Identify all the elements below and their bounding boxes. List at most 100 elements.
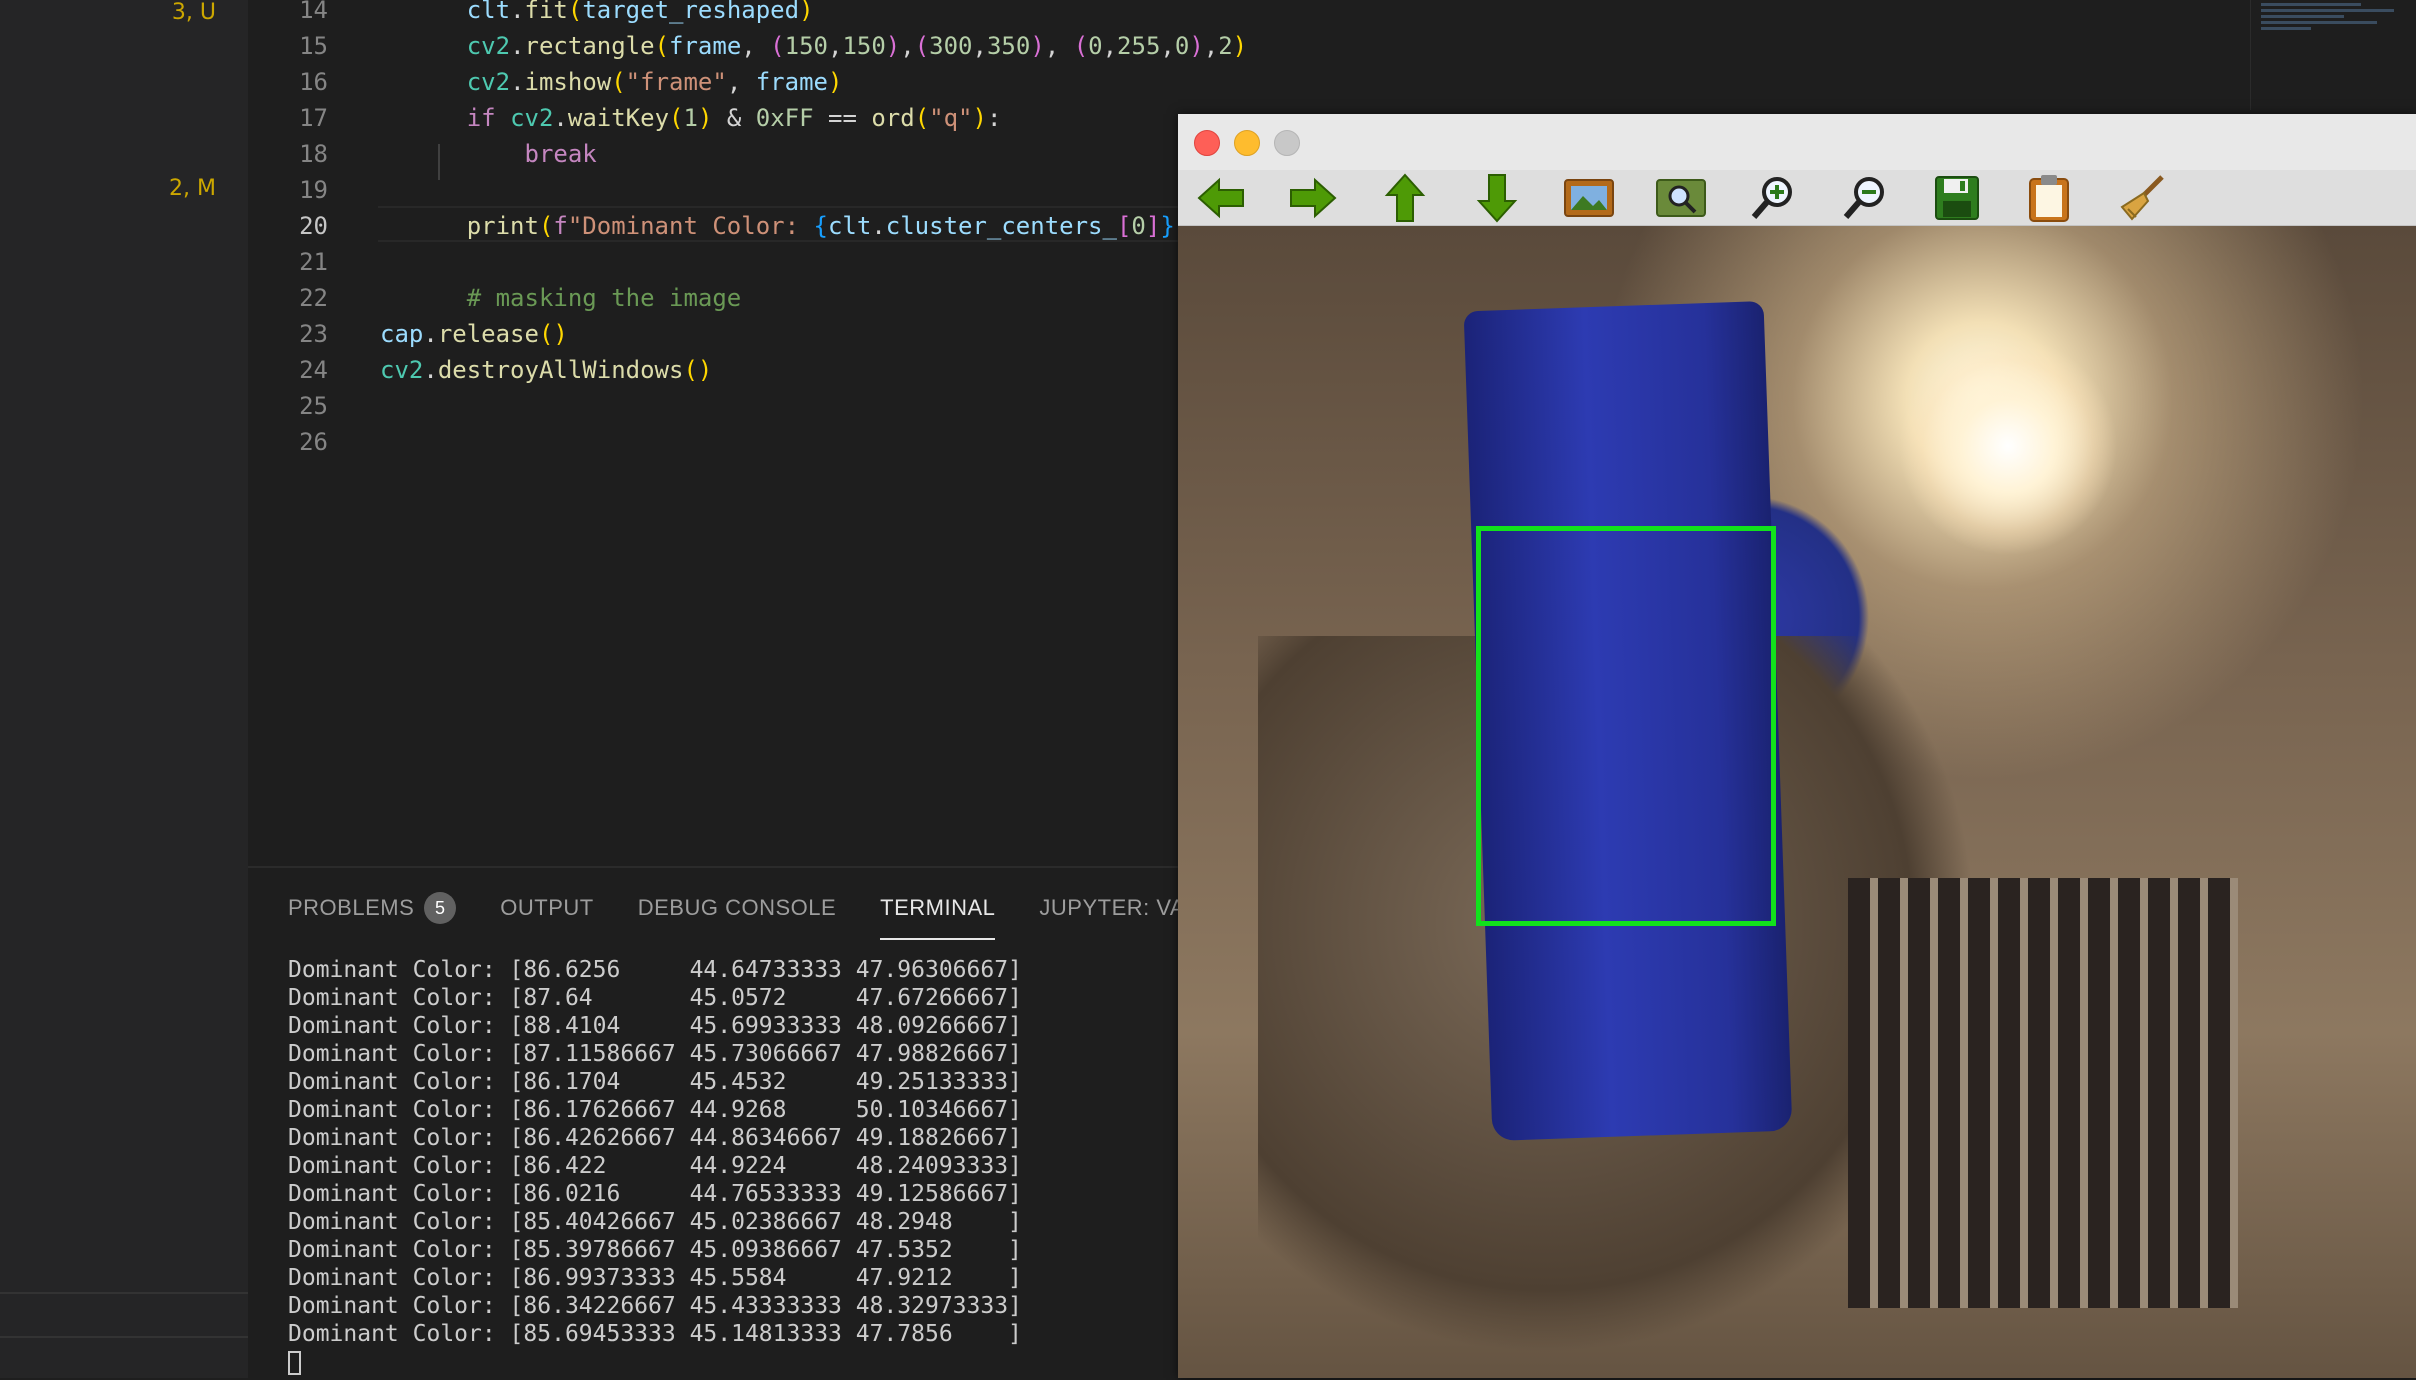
arrow-left-icon[interactable] <box>1192 172 1250 224</box>
arrow-down-icon[interactable] <box>1468 172 1526 224</box>
code-token: fit <box>524 0 568 24</box>
terminal-cursor <box>288 1350 301 1375</box>
zoom-in-icon[interactable] <box>1744 172 1802 224</box>
code-token: ( <box>538 212 554 240</box>
code-token: ( <box>669 104 684 132</box>
code-line[interactable]: break <box>380 136 597 172</box>
line-number: 21 <box>299 248 328 276</box>
code-token: ( <box>770 32 785 60</box>
code-token: if <box>466 104 511 132</box>
sidebar-divider <box>0 1292 248 1294</box>
tab-label: DEBUG CONSOLE <box>637 895 837 920</box>
git-status-badge: 2, M <box>169 176 216 201</box>
minimize-button[interactable] <box>1234 130 1260 156</box>
code-token: () <box>683 356 713 384</box>
camera-frame-image <box>1178 226 2416 1378</box>
broom-icon[interactable] <box>2112 172 2170 224</box>
tab-jupyter[interactable]: JUPYTER: VA <box>1039 888 1185 928</box>
code-line[interactable]: clt.fit(target_reshaped) <box>380 0 814 28</box>
code-token: clt <box>827 212 872 240</box>
tab-debug-console[interactable]: DEBUG CONSOLE <box>638 888 836 928</box>
code-token: ) <box>799 0 814 24</box>
tab-label: OUTPUT <box>500 895 594 920</box>
code-line[interactable]: cv2.imshow("frame", frame) <box>380 64 843 100</box>
code-token: () <box>538 320 568 348</box>
code-token: , <box>1160 32 1175 60</box>
code-line[interactable]: cv2.rectangle(frame, (150,150),(300,350)… <box>380 28 1247 64</box>
line-number: 26 <box>299 428 328 456</box>
code-line[interactable]: # masking the image <box>380 280 742 316</box>
detection-rectangle <box>1476 526 1776 926</box>
zoom-button[interactable] <box>1274 130 1300 156</box>
terminal-line: Dominant Color: [86.34226667 45.43333333… <box>288 1293 1022 1319</box>
code-token: ) <box>972 104 987 132</box>
code-line[interactable]: cv2.destroyAllWindows() <box>380 352 712 388</box>
code-token: cluster_centers_ <box>885 212 1117 240</box>
code-token: ) <box>827 68 843 96</box>
code-token: [ <box>1116 212 1132 240</box>
clipboard-icon[interactable] <box>2020 172 2078 224</box>
line-number: 17 <box>299 104 328 132</box>
arrow-up-icon[interactable] <box>1376 172 1434 224</box>
sidebar-divider <box>0 1336 248 1338</box>
opencv-frame-window[interactable] <box>1178 114 2416 1378</box>
code-token: ) <box>1189 32 1204 60</box>
code-token: . <box>510 68 525 96</box>
tab-terminal[interactable]: TERMINAL <box>880 888 996 940</box>
line-number: 25 <box>299 392 328 420</box>
arrow-right-icon[interactable] <box>1284 172 1342 224</box>
tab-problems[interactable]: PROBLEMS 5 <box>288 888 457 928</box>
save-icon[interactable] <box>1928 172 1986 224</box>
code-token: { <box>813 212 828 240</box>
code-token: 255 <box>1117 32 1161 60</box>
lamp-light-shape <box>1898 336 2118 556</box>
code-token: 350 <box>986 32 1031 60</box>
code-token: . <box>510 0 525 24</box>
terminal-output[interactable]: Dominant Color: [86.6256 44.64733333 47.… <box>288 956 1022 1376</box>
code-line[interactable]: print(f"Dominant Color: {clt.cluster_cen… <box>380 208 1204 244</box>
code-token: 300 <box>929 32 973 60</box>
code-token: rectangle <box>524 32 655 60</box>
window-titlebar[interactable] <box>1178 114 2416 170</box>
code-line[interactable]: cap.release() <box>380 316 568 352</box>
image-icon[interactable] <box>1560 172 1618 224</box>
minimap[interactable] <box>2250 0 2416 110</box>
code-token: break <box>524 140 597 168</box>
terminal-line: Dominant Color: [85.39786667 45.09386667… <box>288 1237 1022 1263</box>
code-token: , <box>900 32 915 60</box>
code-token: ( <box>914 32 930 60</box>
line-number: 24 <box>299 356 328 384</box>
code-token: . <box>423 356 438 384</box>
code-token: clt <box>466 0 511 24</box>
zoom-out-icon[interactable] <box>1836 172 1894 224</box>
line-number: 19 <box>299 176 328 204</box>
terminal-line: Dominant Color: [86.1704 45.4532 49.2513… <box>288 1069 1022 1095</box>
problems-count-badge: 5 <box>424 892 457 924</box>
code-token: 150 <box>784 32 828 60</box>
tab-label: PROBLEMS <box>288 895 415 920</box>
code-token: : <box>986 104 1002 132</box>
code-token: cap <box>380 320 424 348</box>
close-button[interactable] <box>1194 130 1220 156</box>
code-token: imshow <box>524 68 612 96</box>
image-toolbar <box>1178 170 2416 226</box>
code-token: , <box>972 32 987 60</box>
tab-output[interactable]: OUTPUT <box>500 888 593 928</box>
terminal-line: Dominant Color: [86.17626667 44.9268 50.… <box>288 1097 1022 1123</box>
code-line[interactable]: if cv2.waitKey(1) & 0xFF == ord("q"): <box>380 100 1002 136</box>
code-token: ( <box>567 0 583 24</box>
code-token: frame <box>669 32 742 60</box>
zoom-fit-icon[interactable] <box>1652 172 1710 224</box>
code-token: # masking the image <box>466 284 742 312</box>
code-token: frame <box>755 68 828 96</box>
code-token: "frame" <box>625 68 727 96</box>
code-token: . <box>423 320 438 348</box>
code-token: ( <box>1073 32 1089 60</box>
line-number: 14 <box>299 0 328 24</box>
code-token: . <box>510 32 525 60</box>
terminal-line: Dominant Color: [86.422 44.9224 48.24093… <box>288 1153 1022 1179</box>
